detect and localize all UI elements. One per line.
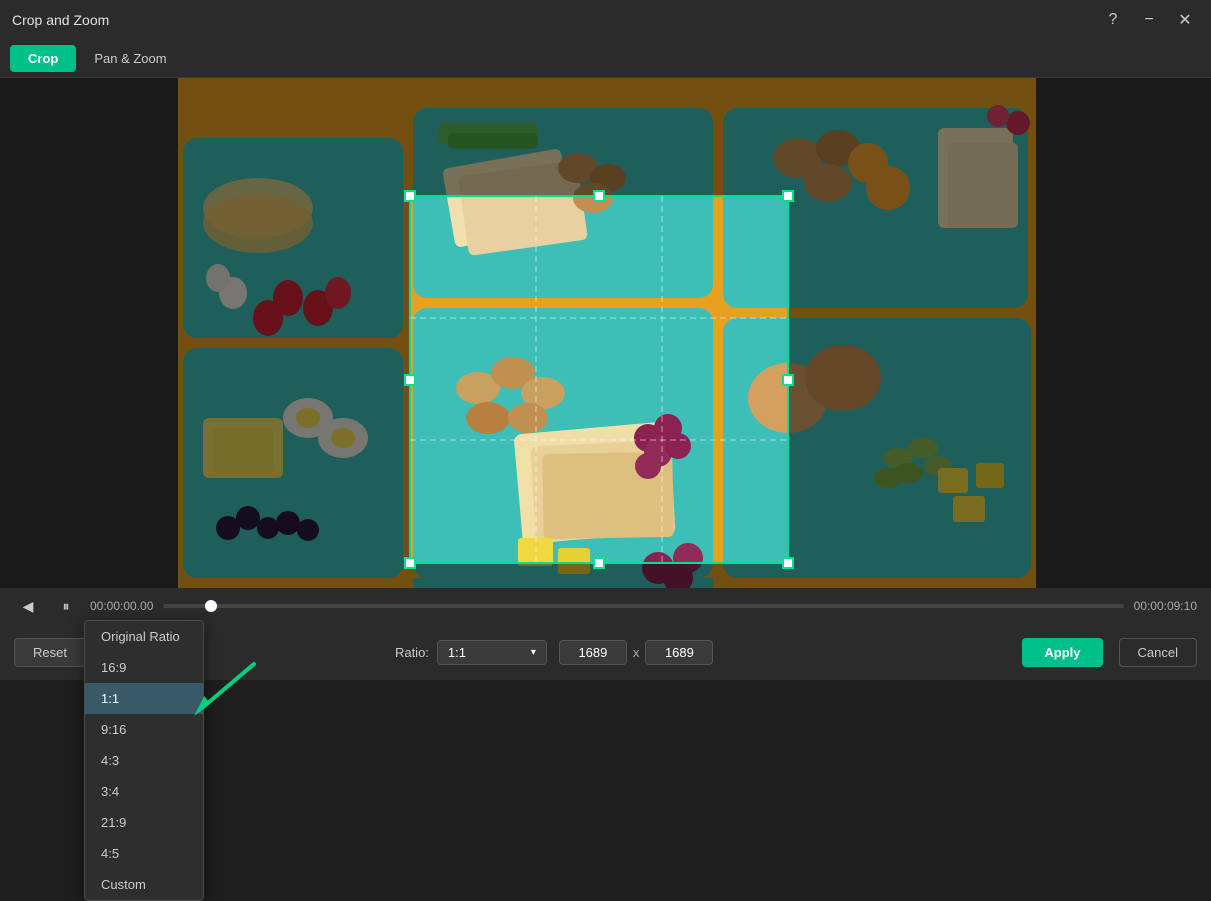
window-title: Crop and Zoom (12, 12, 109, 28)
dropdown-item-21-9[interactable]: 21:9 (85, 807, 203, 838)
chevron-down-icon: ▾ (531, 647, 536, 658)
prev-button[interactable]: ◀ (14, 592, 42, 620)
cancel-button[interactable]: Cancel (1119, 638, 1197, 667)
tab-crop[interactable]: Crop (10, 45, 76, 72)
end-time-label: 00:00:09:10 (1134, 599, 1197, 613)
dropdown-item-4-3[interactable]: 4:3 (85, 745, 203, 776)
title-bar: Crop and Zoom ? − ✕ (0, 0, 1211, 40)
side-panel-left (0, 78, 178, 588)
dropdown-item-custom[interactable]: Custom (85, 869, 203, 900)
tabs-row: Crop Pan & Zoom (0, 40, 1211, 78)
dropdown-item-3-4[interactable]: 3:4 (85, 776, 203, 807)
close-button[interactable]: ✕ (1171, 6, 1199, 34)
ratio-dropdown-menu[interactable]: Original Ratio 16:9 1:1 9:16 4:3 3:4 21:… (84, 620, 204, 901)
size-inputs: x (559, 640, 714, 665)
window-controls: ? − ✕ (1099, 6, 1199, 34)
side-panel-right (1036, 78, 1211, 588)
height-input[interactable] (645, 640, 713, 665)
canvas-area (0, 78, 1211, 588)
timeline-row: ◀ ⏸ 00:00:00.00 00:00:09:10 (0, 588, 1211, 624)
timeline-thumb[interactable] (205, 600, 217, 612)
apply-button[interactable]: Apply (1022, 638, 1102, 667)
minimize-button[interactable]: − (1135, 6, 1163, 34)
food-image (178, 78, 1036, 588)
start-time-label: 00:00:00.00 (90, 599, 153, 613)
timeline-track[interactable] (163, 604, 1123, 608)
help-button[interactable]: ? (1099, 6, 1127, 34)
ratio-label: Ratio: (395, 645, 429, 660)
size-separator: x (633, 645, 640, 660)
play-pause-button[interactable]: ⏸ (52, 592, 80, 620)
ratio-controls: Ratio: 1:1 ▾ x (395, 640, 713, 665)
arrow-indicator (190, 648, 270, 728)
dropdown-item-4-5[interactable]: 4:5 (85, 838, 203, 869)
left-controls: Reset (14, 638, 86, 667)
dropdown-item-original[interactable]: Original Ratio (85, 621, 203, 652)
dropdown-item-1-1[interactable]: 1:1 (85, 683, 203, 714)
ratio-value: 1:1 (448, 645, 466, 660)
tab-pan-zoom[interactable]: Pan & Zoom (76, 45, 184, 72)
reset-button[interactable]: Reset (14, 638, 86, 667)
dropdown-item-16-9[interactable]: 16:9 (85, 652, 203, 683)
action-buttons: Apply Cancel (1022, 638, 1197, 667)
ratio-select[interactable]: 1:1 ▾ (437, 640, 547, 665)
width-input[interactable] (559, 640, 627, 665)
